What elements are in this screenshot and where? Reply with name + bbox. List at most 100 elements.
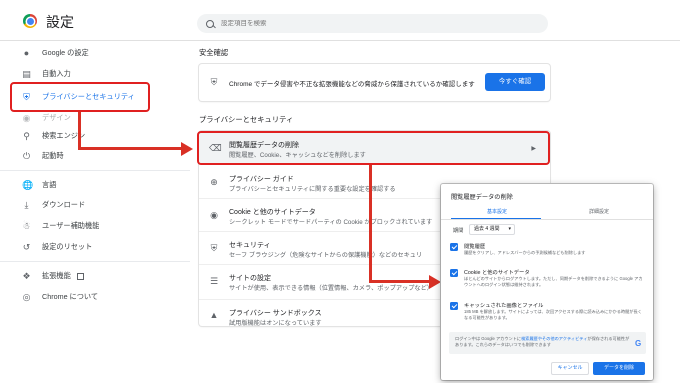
history-checkbox[interactable] (450, 243, 458, 251)
option-subtitle: 履歴をクリアし、アドレスバーからの予測候補なども削除します (464, 250, 586, 255)
header-divider (0, 40, 680, 41)
delete-data-button[interactable]: データを削除 (593, 362, 645, 375)
reset-icon: ↺ (22, 241, 31, 252)
annotation-arrow-head (181, 141, 193, 156)
row-title: 閲覧履歴データの削除 (229, 142, 299, 149)
row-divider (199, 299, 442, 300)
period-value: 過去 4 週間 (474, 226, 500, 232)
safety-card: ⛨ Chrome でデータ侵害や不正な拡張機能などの脅威から保護されているか確認… (199, 64, 550, 101)
sidebar-item-label: 拡張機能 (42, 271, 71, 280)
safety-heading: 安全確認 (199, 48, 229, 57)
clear-data-dialog: 閲覧履歴データの削除 基本設定 詳細設定 期間 過去 4 週間 ▾ 閲覧履歴 履… (441, 184, 653, 380)
cancel-button[interactable]: キャンセル (551, 362, 589, 375)
sidebar-item-language[interactable]: 🌐 言語 (22, 178, 56, 192)
sidebar-item-label: プライバシーとセキュリティ (42, 92, 135, 101)
option-title: キャッシュされた画像とファイル (464, 303, 544, 309)
sidebar-item-label: デザイン (42, 113, 71, 122)
search-icon (206, 19, 214, 28)
top-bar: 設定 (0, 0, 680, 40)
row-subtitle: 閲覧履歴、Cookie、キャッシュなどを削除します (229, 152, 366, 159)
tab-divider (441, 219, 653, 220)
cookies-checkbox[interactable] (450, 269, 458, 277)
trash-icon: ⌫ (209, 143, 222, 153)
privacy-heading: プライバシーとセキュリティ (199, 115, 294, 124)
dialog-title: 閲覧履歴データの削除 (451, 194, 513, 201)
compass-icon: ⊕ (210, 177, 218, 187)
shield-check-icon: ⛨ (210, 77, 218, 87)
power-icon: ⏻ (22, 150, 31, 161)
tab-advanced[interactable]: 詳細設定 (589, 208, 609, 215)
download-icon: ⤓ (24, 199, 29, 210)
search-box[interactable] (197, 14, 548, 33)
notice-prefix: ログイン中は Google アカウントに (455, 336, 522, 341)
sidebar-item-reset[interactable]: ↺ 設定のリセット (22, 240, 93, 254)
sidebar-item-search-engine[interactable]: ⚲ 検索エンジン (22, 129, 85, 143)
row-subtitle: 試用版機能はオンになっています (229, 320, 322, 327)
annotation-arrow (369, 165, 372, 282)
tab-basic[interactable]: 基本設定 (487, 208, 507, 215)
sidebar-item-label: 言語 (42, 180, 57, 189)
autofill-icon: ▤ (22, 68, 31, 79)
sidebar-item-downloads[interactable]: ⤓ ダウンロード (22, 198, 86, 212)
option-title: Cookie と他のサイトデータ (464, 270, 530, 276)
activity-link[interactable]: 検索履歴やその他のアクティビティ (521, 336, 587, 341)
check-now-button[interactable]: 今すぐ確認 (485, 73, 545, 91)
sidebar-item-label: ユーザー補助機能 (42, 221, 100, 230)
sidebar-item-autofill[interactable]: ▤ 自動入力 (22, 67, 71, 81)
row-title: Cookie と他のサイトデータ (229, 209, 316, 216)
search-input[interactable] (221, 20, 521, 27)
period-label: 期間 (453, 228, 464, 234)
sidebar-item-label: Google の設定 (42, 48, 89, 57)
option-title: 閲覧履歴 (464, 244, 486, 250)
row-subtitle: サイトが使用、表示できる情報（位置情報、カメラ、ポップアップなど） (229, 285, 433, 292)
person-icon: ● (23, 47, 30, 58)
sidebar-item-extensions[interactable]: ❖ 拡張機能 (22, 269, 84, 283)
row-divider (199, 231, 442, 232)
privacy-row-clear-data[interactable]: ⌫ 閲覧履歴データの削除 閲覧履歴、Cookie、キャッシュなどを削除します ▶ (199, 133, 548, 163)
cookie-icon: ◉ (210, 210, 218, 220)
chrome-icon: ◎ (22, 291, 31, 302)
sidebar-item-accessibility[interactable]: ☃ ユーザー補助機能 (22, 219, 99, 233)
row-title: プライバシー ガイド (229, 176, 294, 183)
search-icon: ⚲ (23, 130, 30, 141)
row-subtitle: シークレット モードでサードパーティの Cookie がブロックされています (229, 219, 433, 226)
sidebar-item-about-chrome[interactable]: ◎ Chrome について (22, 290, 99, 304)
sidebar-item-design[interactable]: ◉ デザイン (22, 111, 71, 125)
row-divider (199, 264, 442, 265)
sidebar-item-label: 自動入力 (42, 69, 71, 78)
row-title: プライバシー サンドボックス (229, 310, 322, 317)
sliders-icon: ☰ (209, 276, 219, 286)
chevron-right-icon: ▶ (531, 146, 536, 152)
annotation-arrow-head (429, 274, 441, 289)
flask-icon: ▲ (209, 310, 219, 320)
option-subtitle: ほとんどのサイトからログアウトします。ただし、同期データを削除できるように Go… (464, 276, 643, 287)
cache-checkbox[interactable] (450, 302, 458, 310)
row-divider (199, 198, 442, 199)
chrome-logo-icon (23, 14, 37, 28)
sidebar-item-label: Chrome について (42, 292, 99, 301)
annotation-arrow (78, 147, 183, 150)
period-select[interactable]: 過去 4 週間 ▾ (469, 224, 515, 235)
account-notice: ログイン中は Google アカウントに検索履歴やその他のアクティビティが保存さ… (449, 332, 646, 354)
sidebar-item-startup[interactable]: ⏻ 起動時 (22, 149, 64, 163)
shield-icon: ⛨ (210, 243, 218, 253)
row-subtitle: セーフ ブラウジング（危険なサイトからの保護機能）などのセキュリ (229, 252, 423, 259)
annotation-arrow (369, 280, 431, 283)
row-title: サイトの設定 (229, 275, 271, 282)
option-subtitle: 185 MB を解放します。サイトによっては、次回アクセスする際に読み込みにかか… (464, 309, 642, 320)
sidebar-item-privacy[interactable]: ⛨ プライバシーとセキュリティ (22, 90, 135, 104)
puzzle-icon: ❖ (22, 270, 31, 281)
sidebar-item-label: 起動時 (42, 151, 64, 160)
globe-icon: 🌐 (22, 179, 34, 190)
sidebar-item-label: 設定のリセット (42, 242, 93, 251)
page-title: 設定 (46, 14, 74, 30)
palette-icon: ◉ (22, 112, 31, 123)
sidebar-item-google-settings[interactable]: ● Google の設定 (22, 46, 89, 60)
annotation-arrow (78, 112, 81, 150)
open-external-icon (76, 272, 84, 280)
chevron-down-icon: ▾ (508, 226, 511, 232)
sidebar-divider (0, 261, 190, 262)
sidebar-item-label: ダウンロード (42, 200, 86, 209)
sidebar-divider (0, 170, 190, 171)
row-title: セキュリティ (229, 242, 271, 249)
